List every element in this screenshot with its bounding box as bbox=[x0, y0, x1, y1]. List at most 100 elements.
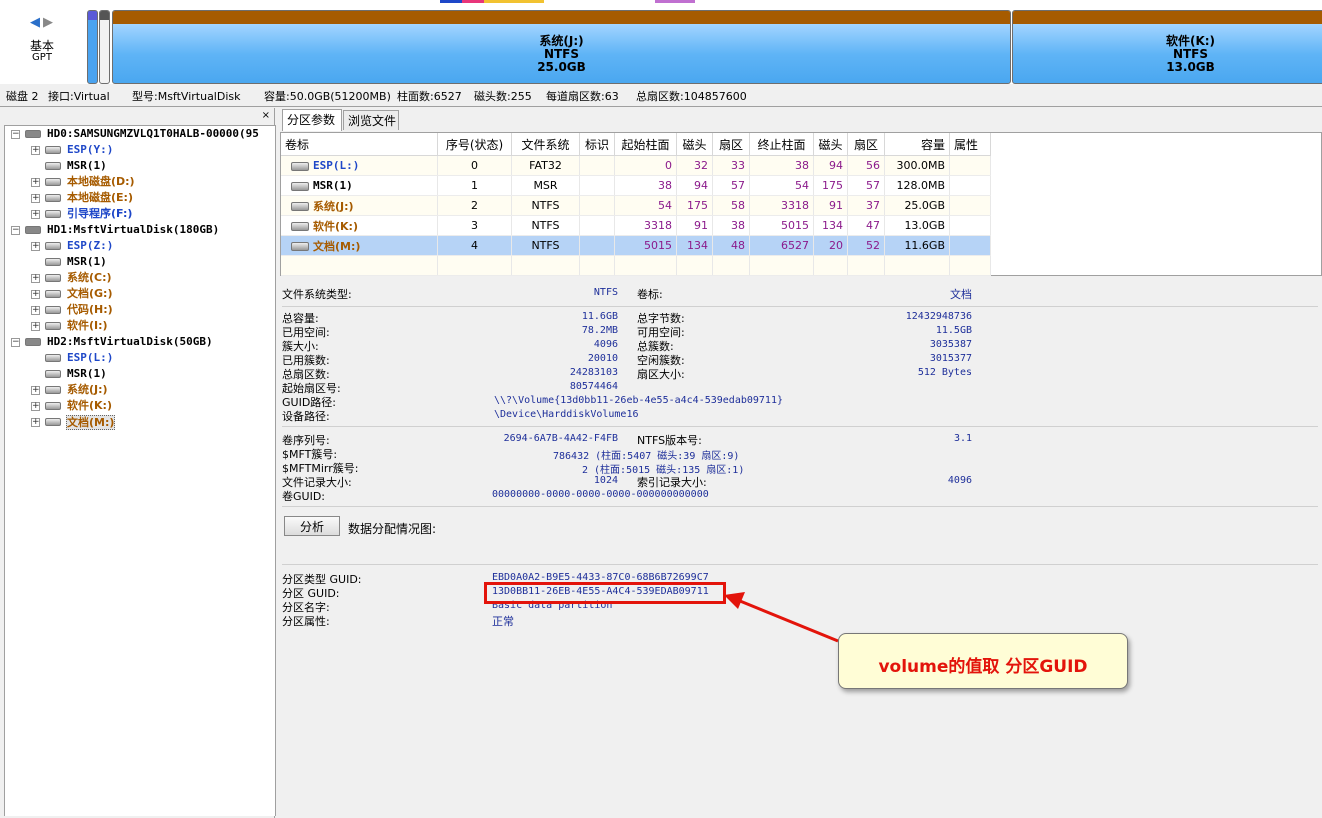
volume-icon bbox=[45, 178, 61, 186]
expand-icon[interactable]: + bbox=[31, 306, 40, 315]
cell-end-cyl: 6527 bbox=[749, 235, 814, 256]
cell-start-head: 134 bbox=[676, 235, 713, 256]
cell-start-cyl: 38 bbox=[614, 175, 677, 196]
expand-icon[interactable]: + bbox=[31, 146, 40, 155]
expand-icon[interactable]: + bbox=[31, 274, 40, 283]
partition-detail-panel: 分区参数 浏览文件 卷标 序号(状态) 文件系统 标识 起始柱面 磁头 扇区 终… bbox=[278, 108, 1322, 818]
cell-index: 4 bbox=[437, 235, 512, 256]
device-tree[interactable]: − HD0:SAMSUNGMZVLQ1T0HALB-00000(95 + ESP(… bbox=[4, 125, 276, 816]
sector-size-value: 512 Bytes bbox=[917, 367, 972, 378]
tree-node-label: MSR(1) bbox=[67, 255, 107, 268]
cell-start-sector: 58 bbox=[712, 195, 750, 216]
expand-icon[interactable]: + bbox=[31, 322, 40, 331]
column-header[interactable]: 容量 bbox=[884, 133, 950, 156]
expand-icon[interactable]: + bbox=[31, 210, 40, 219]
column-header[interactable]: 卷标 bbox=[281, 133, 438, 156]
table-row[interactable]: MSR(1) 1 MSR 38 94 57 54 175 57 128.0MB bbox=[281, 175, 991, 196]
chevron-left-icon[interactable]: ◀ bbox=[30, 15, 40, 30]
table-row[interactable]: 软件(K:) 3 NTFS 3318 91 38 5015 134 47 13.… bbox=[281, 215, 991, 236]
cell-capacity: 128.0MB bbox=[884, 175, 950, 196]
partition-attr-value: 正常 bbox=[492, 615, 514, 628]
column-header[interactable]: 扇区 bbox=[847, 133, 885, 156]
column-header[interactable]: 文件系统 bbox=[511, 133, 580, 156]
volume-icon bbox=[45, 418, 61, 426]
table-row-selected[interactable]: 文档(M:) 4 NTFS 5015 134 48 6527 20 52 11.… bbox=[281, 235, 991, 256]
tree-node-label: 软件(I:) bbox=[67, 319, 108, 332]
cell-fs: NTFS bbox=[511, 235, 580, 256]
cell-start-head: 94 bbox=[676, 175, 713, 196]
column-header[interactable]: 扇区 bbox=[712, 133, 750, 156]
guid-path-value: \\?\Volume{13d0bb11-26eb-4e55-a4c4-539ed… bbox=[494, 395, 783, 406]
cell-fs: MSR bbox=[511, 175, 580, 196]
disk-sectors-per-track: 每道扇区数:63 bbox=[546, 90, 619, 103]
table-row[interactable]: 系统(J:) 2 NTFS 54 175 58 3318 91 37 25.0G… bbox=[281, 195, 991, 216]
partition-block-esp[interactable] bbox=[87, 10, 98, 84]
disk-info-bar: 磁盘 2 接口:Virtual 型号:MsftVirtualDisk 容量:50… bbox=[0, 84, 1322, 107]
tab-browse-files[interactable]: 浏览文件 bbox=[343, 110, 399, 130]
tab-partition-params[interactable]: 分区参数 bbox=[282, 109, 342, 131]
total-bytes-value: 12432948736 bbox=[905, 311, 972, 322]
disk-icon bbox=[25, 130, 41, 138]
expand-icon[interactable]: + bbox=[31, 242, 40, 251]
cell-id bbox=[579, 195, 615, 216]
ntfs-version-value: 3.1 bbox=[953, 433, 972, 444]
disk-model: 型号:MsftVirtualDisk bbox=[132, 90, 241, 103]
cell-start-cyl: 54 bbox=[614, 195, 677, 216]
cell-volume-label: 软件(K:) bbox=[313, 219, 358, 233]
volume-label-label: 卷标: bbox=[637, 288, 663, 301]
collapse-icon[interactable]: − bbox=[11, 130, 20, 139]
cell-start-sector: 33 bbox=[712, 155, 750, 176]
cell-index: 0 bbox=[437, 155, 512, 176]
tree-node-label: 文档(M:) bbox=[66, 415, 116, 430]
column-header[interactable]: 序号(状态) bbox=[437, 133, 512, 156]
column-header[interactable]: 终止柱面 bbox=[749, 133, 814, 156]
cell-end-head: 94 bbox=[813, 155, 848, 176]
cluster-size-value: 4096 bbox=[593, 339, 618, 350]
volume-icon bbox=[291, 242, 309, 251]
column-header[interactable]: 起始柱面 bbox=[614, 133, 677, 156]
cell-end-cyl: 38 bbox=[749, 155, 814, 176]
cell-id bbox=[579, 235, 615, 256]
cell-end-cyl: 5015 bbox=[749, 215, 814, 236]
partition-block-k[interactable]: 软件(K:) NTFS 13.0GB bbox=[1012, 10, 1322, 84]
column-header[interactable]: 属性 bbox=[949, 133, 991, 156]
disk-nav[interactable]: ◀ ▶ bbox=[30, 15, 56, 30]
chevron-right-icon[interactable]: ▶ bbox=[43, 15, 53, 30]
volume-icon bbox=[45, 194, 61, 202]
tree-node-label: 本地磁盘(D:) bbox=[67, 175, 135, 188]
column-header[interactable]: 磁头 bbox=[676, 133, 713, 156]
disk-total-sectors: 总扇区数:104857600 bbox=[636, 90, 747, 103]
expand-icon[interactable]: + bbox=[31, 194, 40, 203]
disk-icon bbox=[25, 226, 41, 234]
partition-block-msr[interactable] bbox=[99, 10, 110, 84]
cell-capacity: 13.0GB bbox=[884, 215, 950, 236]
column-header[interactable]: 标识 bbox=[579, 133, 615, 156]
sector-size-label: 扇区大小: bbox=[637, 368, 685, 381]
column-header[interactable]: 磁头 bbox=[813, 133, 848, 156]
volume-icon bbox=[45, 242, 61, 250]
expand-icon[interactable]: + bbox=[31, 290, 40, 299]
device-tree-panel: × − HD0:SAMSUNGMZVLQ1T0HALB-00000(95 + ES… bbox=[0, 108, 276, 818]
device-path-label: 设备路径: bbox=[282, 410, 330, 423]
analyze-button[interactable]: 分析 bbox=[284, 516, 340, 536]
collapse-icon[interactable]: − bbox=[11, 226, 20, 235]
close-icon[interactable]: × bbox=[262, 110, 270, 121]
tree-node-label: 软件(K:) bbox=[67, 399, 112, 412]
cell-end-head: 91 bbox=[813, 195, 848, 216]
partition-block-j[interactable]: 系统(J:) NTFS 25.0GB bbox=[112, 10, 1011, 84]
volume-icon bbox=[45, 402, 61, 410]
expand-icon[interactable]: + bbox=[31, 418, 40, 427]
collapse-icon[interactable]: − bbox=[11, 338, 20, 347]
disk-cylinders: 柱面数:6527 bbox=[397, 90, 462, 103]
cell-end-cyl: 54 bbox=[749, 175, 814, 196]
table-row[interactable]: ESP(L:) 0 FAT32 0 32 33 38 94 56 300.0MB bbox=[281, 155, 991, 176]
expand-icon[interactable]: + bbox=[31, 386, 40, 395]
serial-value: 2694-6A7B-4A42-F4FB bbox=[503, 433, 618, 444]
mft-cluster-value: 786432 (柱面:5407 磁头:39 扇区:9) bbox=[553, 451, 740, 462]
expand-icon[interactable]: + bbox=[31, 402, 40, 411]
expand-icon[interactable]: + bbox=[31, 178, 40, 187]
cell-start-head: 32 bbox=[676, 155, 713, 176]
volume-icon bbox=[45, 370, 61, 378]
volume-icon bbox=[291, 222, 309, 231]
partition-size: 13.0GB bbox=[1166, 60, 1215, 74]
